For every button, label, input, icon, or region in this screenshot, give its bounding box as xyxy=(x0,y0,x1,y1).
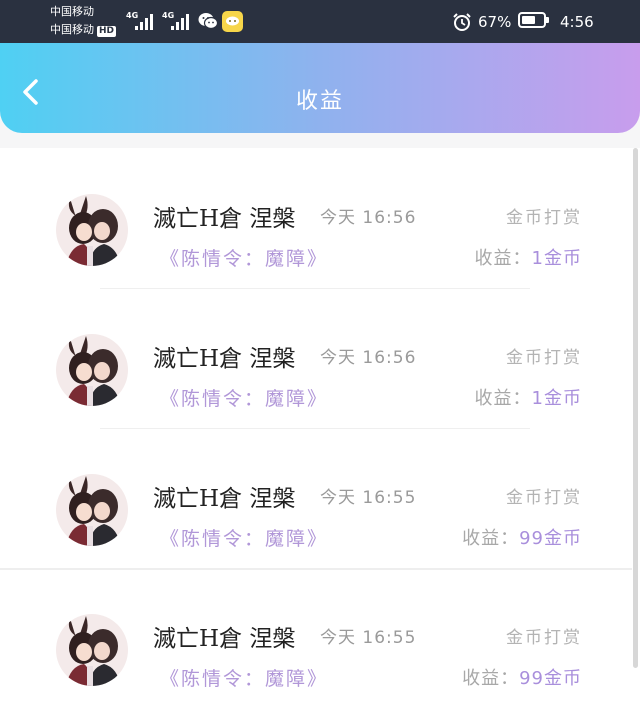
income-label: 收益： xyxy=(462,668,520,689)
scrollbar[interactable] xyxy=(633,148,638,668)
timestamp: 今天 16:55 xyxy=(320,488,417,508)
work-title-link[interactable]: 《陈情令：魔障》 xyxy=(160,664,328,691)
work-title-link[interactable]: 《陈情令：魔障》 xyxy=(160,384,328,411)
avatar-image xyxy=(56,194,128,266)
income-amount: 收益：1金币 xyxy=(475,384,582,410)
timestamp: 今天 16:56 xyxy=(320,348,417,368)
status-time: 4:56 xyxy=(560,13,594,31)
timestamp: 今天 16:55 xyxy=(320,628,417,648)
list-item[interactable]: 滅亡H倉 涅槃 今天 16:56 金币打赏 《陈情令：魔障》 收益：1金币 xyxy=(0,288,632,429)
transaction-type: 金币打赏 xyxy=(506,488,582,508)
avatar-image xyxy=(56,334,128,406)
avatar[interactable] xyxy=(56,614,128,686)
user-name: 滅亡H倉 涅槃 xyxy=(153,346,296,372)
list-item[interactable]: 滅亡H倉 涅槃 今天 16:55 金币打赏 《陈情令：魔障》 收益：99金币 xyxy=(0,428,632,570)
list-item[interactable]: 滅亡H倉 涅槃 今天 16:56 金币打赏 《陈情令：魔障》 收益：1金币 xyxy=(0,148,632,289)
transaction-type: 金币打赏 xyxy=(506,628,582,648)
header-bar: 收益 xyxy=(0,43,640,133)
income-label: 收益： xyxy=(474,388,532,409)
carrier-2-name: 中国移动 xyxy=(50,23,94,36)
battery-icon xyxy=(518,12,549,28)
transaction-type: 金币打赏 xyxy=(506,348,582,368)
list-item[interactable]: 滅亡H倉 涅槃 今天 16:55 金币打赏 《陈情令：魔障》 收益：99金币 xyxy=(0,568,632,708)
income-value: 1金币 xyxy=(531,248,582,269)
avatar-image xyxy=(56,474,128,546)
income-label: 收益： xyxy=(462,528,520,549)
work-title-link[interactable]: 《陈情令：魔障》 xyxy=(160,244,328,271)
wechat-icon xyxy=(198,13,218,30)
income-amount: 收益：99金币 xyxy=(462,664,582,690)
avatar[interactable] xyxy=(56,474,128,546)
income-list[interactable]: 滅亡H倉 涅槃 今天 16:56 金币打赏 《陈情令：魔障》 收益：1金币 滅亡… xyxy=(0,148,640,721)
transaction-type: 金币打赏 xyxy=(506,208,582,228)
income-value: 99金币 xyxy=(519,668,582,689)
timestamp: 今天 16:56 xyxy=(320,208,417,228)
hd-badge: HD xyxy=(97,26,117,37)
user-name: 滅亡H倉 涅槃 xyxy=(153,486,296,512)
income-amount: 收益：1金币 xyxy=(475,244,582,270)
status-bar: 中国移动 中国移动 HD 4G 4G 67% 4:56 xyxy=(0,0,640,43)
avatar-image xyxy=(56,614,128,686)
page-title: 收益 xyxy=(295,89,344,114)
user-name: 滅亡H倉 涅槃 xyxy=(153,626,296,652)
work-title-link[interactable]: 《陈情令：魔障》 xyxy=(160,524,328,551)
income-value: 1金币 xyxy=(531,388,582,409)
income-amount: 收益：99金币 xyxy=(462,524,582,550)
alarm-icon xyxy=(453,13,471,31)
message-app-icon xyxy=(222,11,243,32)
battery-percent: 67% xyxy=(478,13,512,31)
carrier-1-label: 中国移动 xyxy=(50,5,94,18)
avatar[interactable] xyxy=(56,194,128,266)
user-name: 滅亡H倉 涅槃 xyxy=(153,206,296,232)
avatar[interactable] xyxy=(56,334,128,406)
income-value: 99金币 xyxy=(519,528,582,549)
income-label: 收益： xyxy=(474,248,532,269)
carrier-2-label: 中国移动 HD xyxy=(50,23,117,37)
